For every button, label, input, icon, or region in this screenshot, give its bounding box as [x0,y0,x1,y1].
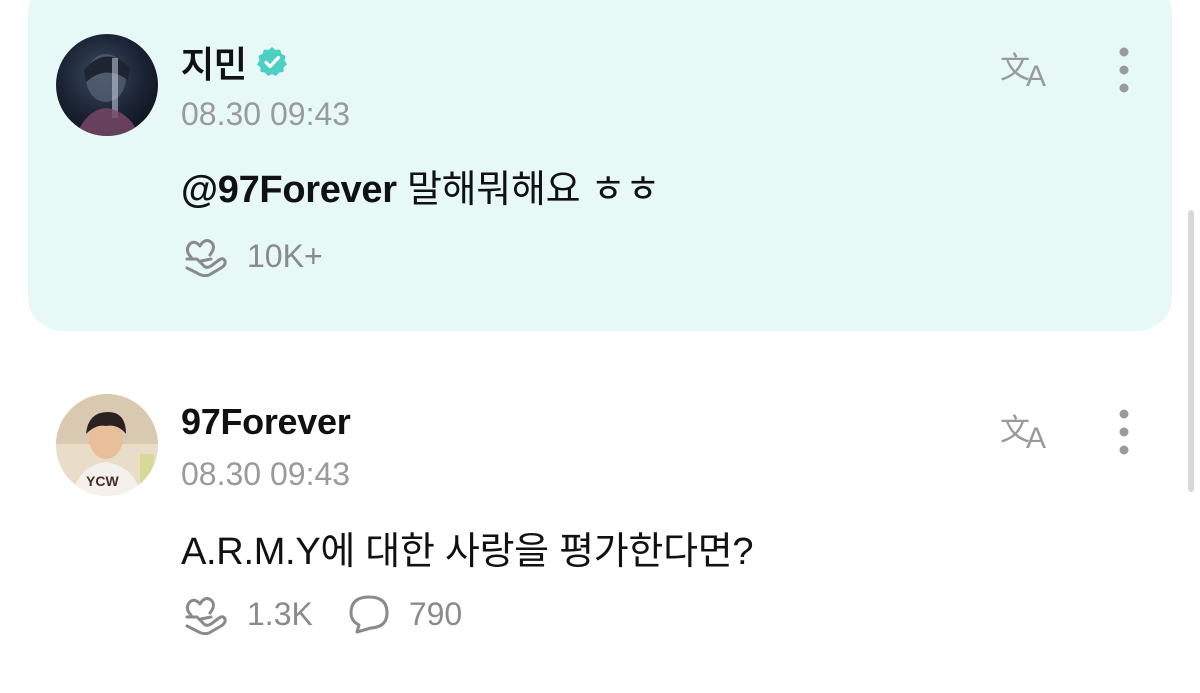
post-text: 말해뭐해요 ㅎㅎ [396,169,660,211]
comment-button[interactable]: 790 [347,593,462,635]
verified-badge-icon [255,45,289,79]
feed-page: 지민 08.30 09:43 @97Forever 말해뭐해요 ㅎㅎ 10K+ … [0,0,1200,693]
name-row: 지민 [181,40,289,85]
more-vertical-icon [1108,409,1140,462]
more-options-button[interactable] [1108,406,1140,458]
username[interactable]: 97Forever [181,401,351,443]
translate-icon: 文 A [998,51,1062,96]
svg-text:A: A [1026,422,1046,454]
more-options-button[interactable] [1108,44,1140,96]
like-count: 1.3K [247,595,313,632]
scrollbar[interactable] [1188,210,1194,492]
username[interactable]: 지민 [181,36,247,88]
avatar[interactable] [56,34,158,136]
comment-count: 790 [408,595,463,632]
comment-bubble-icon [347,593,391,635]
post-content: @97Forever 말해뭐해요 ㅎㅎ [181,158,660,213]
timestamp: 08.30 09:43 [181,96,351,132]
timestamp: 08.30 09:43 [181,456,351,492]
avatar[interactable]: YCW [56,394,158,496]
mention-link[interactable]: @97Forever [181,169,397,211]
post-text: A.R.M.Y에 대한 사랑을 평가한다면? [181,531,754,573]
name-row: 97Forever [181,400,351,444]
post-actions: 1.3K 790 [181,593,496,635]
svg-text:A: A [1026,60,1046,92]
translate-icon: 文 A [998,413,1062,458]
post-actions: 10K+ [181,235,357,277]
heart-hand-icon [181,593,229,635]
more-vertical-icon [1108,47,1140,100]
like-button[interactable]: 1.3K [181,593,313,635]
translate-button[interactable]: 文 A [998,406,1062,455]
translate-button[interactable]: 文 A [998,44,1062,93]
like-button[interactable]: 10K+ [181,235,323,277]
post-content: A.R.M.Y에 대한 사랑을 평가한다면? [181,520,754,575]
svg-text:YCW: YCW [86,473,119,489]
heart-hand-icon [181,235,229,277]
like-count: 10K+ [247,237,323,274]
